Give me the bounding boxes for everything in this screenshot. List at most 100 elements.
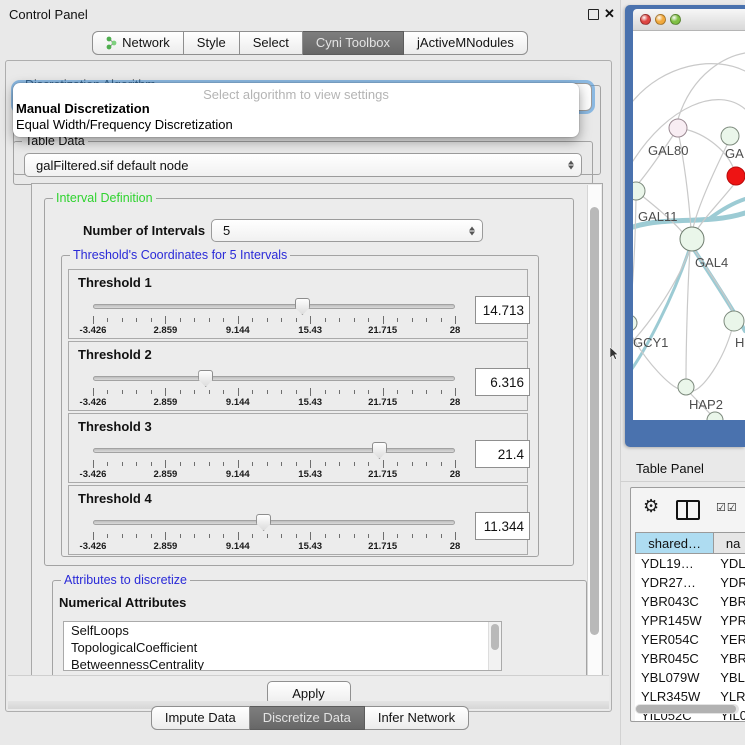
- table-row[interactable]: YER054CYER0: [635, 630, 745, 649]
- network-window-titlebar[interactable]: [633, 9, 745, 31]
- table-horizontal-scrollbar[interactable]: [635, 704, 739, 714]
- slider-tick-labels: -3.4262.8599.14415.4321.71528: [93, 397, 455, 408]
- threshold-panel: Threshold 4 -3.4262.8599.14415.4321.71528: [68, 485, 528, 555]
- tab-label: jActiveMNodules: [417, 32, 514, 54]
- zoom-traffic-light-icon[interactable]: [670, 14, 681, 25]
- table-column-header[interactable]: na: [714, 532, 745, 554]
- attribute-list-item[interactable]: BetweennessCentrality: [64, 656, 501, 671]
- network-node[interactable]: [669, 119, 687, 137]
- tick-mark: [151, 534, 152, 538]
- tick-mark: [223, 390, 224, 394]
- tick-mark: [122, 534, 123, 538]
- slider-tick-labels: -3.4262.8599.14415.4321.71528: [93, 469, 455, 480]
- tab-discretize-data[interactable]: Discretize Data: [250, 706, 365, 730]
- tab-select[interactable]: Select: [240, 31, 303, 55]
- table-row[interactable]: YBL079WYBL0: [635, 668, 745, 687]
- tick-mark: [383, 388, 384, 396]
- threshold-label: Threshold 4: [78, 491, 152, 506]
- attributes-scrollbar[interactable]: [488, 622, 501, 670]
- tab-infer-network[interactable]: Infer Network: [365, 706, 469, 730]
- attributes-group-title: Attributes to discretize: [61, 573, 190, 587]
- checkbox-icons[interactable]: ☑☑: [716, 501, 738, 514]
- slider-handle[interactable]: [372, 442, 387, 459]
- tick-mark: [310, 460, 311, 468]
- threshold-label: Threshold 2: [78, 347, 152, 362]
- slider-handle[interactable]: [295, 298, 310, 315]
- table-row[interactable]: YPR145WYPR1: [635, 611, 745, 630]
- threshold-value-field[interactable]: [475, 368, 530, 396]
- tick-mark: [267, 534, 268, 538]
- numerical-attributes-list[interactable]: SelfLoopsTopologicalCoefficientBetweenne…: [63, 621, 502, 671]
- network-edge[interactable]: [633, 64, 745, 101]
- tick-mark: [426, 390, 427, 394]
- stepper-arrows-icon: [469, 226, 475, 235]
- network-node[interactable]: [680, 227, 704, 251]
- network-canvas[interactable]: GAL80GAGAL11GAL4GCY1HHAP2: [633, 31, 745, 420]
- tab-jactivemnodules[interactable]: jActiveMNodules: [404, 31, 528, 55]
- network-node[interactable]: [724, 311, 744, 331]
- network-node[interactable]: [678, 379, 694, 395]
- threshold-value-field[interactable]: [475, 512, 530, 540]
- tick-mark: [455, 460, 456, 468]
- network-edge[interactable]: [693, 329, 732, 391]
- threshold-slider[interactable]: -3.4262.8599.14415.4321.71528: [93, 512, 455, 552]
- table-cell: YDL1: [714, 554, 745, 573]
- tick-label: 21.715: [368, 325, 397, 336]
- tick-mark: [209, 462, 210, 466]
- float-window-icon[interactable]: [588, 9, 599, 20]
- tick-mark: [281, 462, 282, 466]
- minimize-traffic-light-icon[interactable]: [655, 14, 666, 25]
- attribute-list-item[interactable]: SelfLoops: [64, 622, 501, 639]
- table-row[interactable]: YBR043CYBR0: [635, 592, 745, 611]
- slider-handle[interactable]: [198, 370, 213, 387]
- table-cell: YPR145W: [635, 611, 714, 630]
- network-edge[interactable]: [686, 249, 690, 379]
- threshold-slider[interactable]: -3.4262.8599.14415.4321.71528: [93, 440, 455, 480]
- slider-track: [93, 520, 455, 525]
- table-row[interactable]: YBR045CYBR0: [635, 649, 745, 668]
- attribute-list-item[interactable]: TopologicalCoefficient: [64, 639, 501, 656]
- tab-network[interactable]: Network: [92, 31, 184, 55]
- slider-track: [93, 448, 455, 453]
- tick-label: 21.715: [368, 469, 397, 480]
- table-cell: YER054C: [635, 630, 714, 649]
- number-of-intervals-combobox[interactable]: 5: [211, 219, 483, 242]
- tab-impute-data[interactable]: Impute Data: [151, 706, 250, 730]
- table-row[interactable]: YDL19…YDL1: [635, 554, 745, 573]
- tick-mark: [93, 460, 94, 468]
- algorithm-option[interactable]: Equal Width/Frequency Discretization: [16, 117, 233, 132]
- slider-handle[interactable]: [256, 514, 271, 531]
- threshold-slider[interactable]: -3.4262.8599.14415.4321.71528: [93, 296, 455, 336]
- tick-mark: [354, 318, 355, 322]
- threshold-label: Threshold 1: [78, 275, 152, 290]
- tick-mark: [296, 462, 297, 466]
- tab-cyni-toolbox[interactable]: Cyni Toolbox: [303, 31, 404, 55]
- tick-mark: [107, 318, 108, 322]
- threshold-value-field[interactable]: [475, 296, 530, 324]
- mouse-cursor: [610, 347, 619, 360]
- gear-icon[interactable]: ⚙: [643, 496, 659, 517]
- network-node[interactable]: [721, 127, 739, 145]
- network-node[interactable]: [633, 315, 637, 331]
- tick-mark: [151, 462, 152, 466]
- tick-mark: [238, 388, 239, 396]
- threshold-slider[interactable]: -3.4262.8599.14415.4321.71528: [93, 368, 455, 408]
- tick-mark: [107, 462, 108, 466]
- table-panel-separator: [620, 481, 745, 482]
- table-data-combobox[interactable]: galFiltered.sif default node: [24, 153, 582, 177]
- close-icon[interactable]: ✕: [604, 6, 615, 22]
- tab-style[interactable]: Style: [184, 31, 240, 55]
- network-node[interactable]: [727, 167, 745, 185]
- close-traffic-light-icon[interactable]: [640, 14, 651, 25]
- algorithm-option[interactable]: Manual Discretization: [16, 101, 150, 116]
- network-edge[interactable]: [633, 247, 690, 373]
- threshold-value-field[interactable]: [475, 440, 530, 468]
- split-columns-icon[interactable]: [676, 500, 700, 520]
- tick-mark: [180, 462, 181, 466]
- tick-mark: [151, 318, 152, 322]
- network-edge[interactable]: [633, 249, 690, 345]
- settings-vertical-scrollbar[interactable]: [587, 185, 601, 677]
- table-column-header[interactable]: shared…: [635, 532, 714, 554]
- network-edge[interactable]: [633, 199, 636, 315]
- table-row[interactable]: YDR27…YDR2: [635, 573, 745, 592]
